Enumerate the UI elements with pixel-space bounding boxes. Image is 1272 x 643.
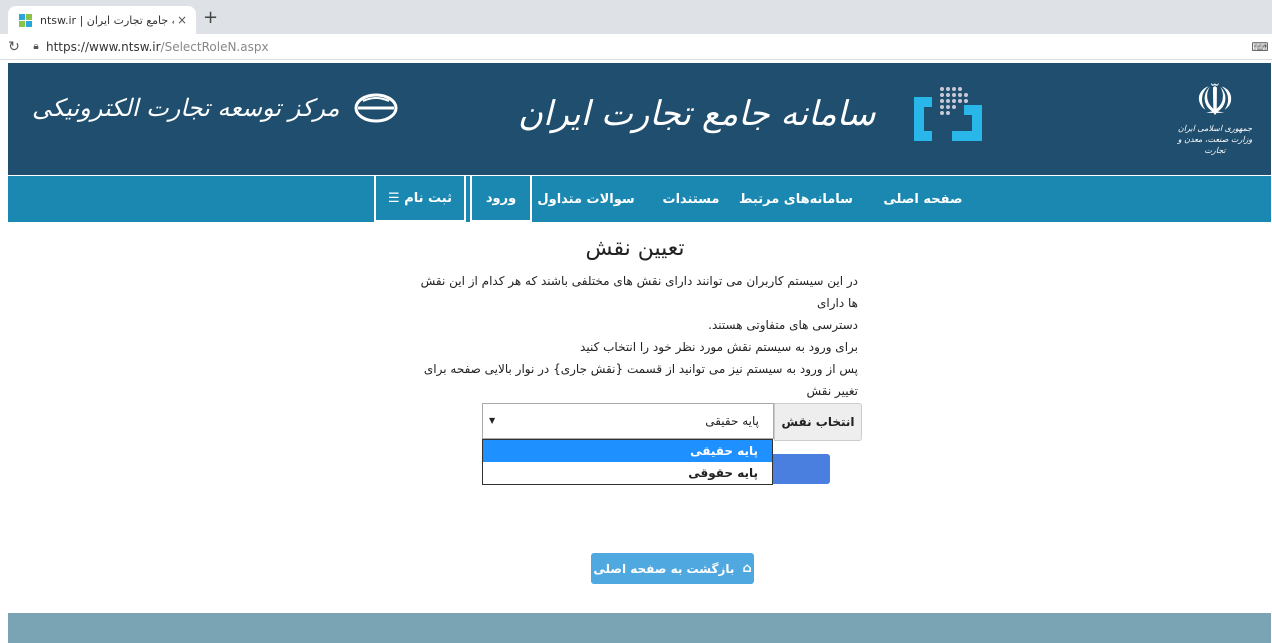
ecommerce-center-text: مرکز توسعه تجارت الکترونیکی [32, 94, 340, 122]
dropdown-arrow-icon: ▼ [489, 416, 496, 425]
role-option[interactable]: پایه حقیقی [483, 440, 772, 462]
page-title: تعیین نقش [585, 236, 685, 261]
desc-line: در این سیستم کاربران می توانند دارای نقش… [420, 274, 858, 310]
browser-tab[interactable]: ntsw.ir | سامانه جامع تجارت ایران × [8, 6, 196, 34]
back-to-home-label: بازگشت به صفحه اصلی [593, 561, 735, 576]
iran-emblem-icon: ☫ [1195, 75, 1235, 126]
nav-register[interactable]: ☰ ثبت نام [374, 176, 466, 222]
site-header: مرکز توسعه تجارت الکترونیکی سامانه جامع … [8, 63, 1271, 175]
desc-line: پس از ورود به سیستم نیز می توانید از قسم… [423, 362, 858, 398]
new-tab-icon[interactable]: + [203, 9, 218, 27]
ntsw-logo[interactable]: سامانه جامع تجارت ایران [518, 83, 984, 145]
role-select-label: انتخاب نقش [774, 403, 862, 441]
role-select-value: پایه حقیقی [705, 414, 759, 428]
globe-logo-icon [354, 93, 398, 123]
ntsw-mark-icon [913, 87, 982, 141]
url-text[interactable]: https://www.ntsw.ir/SelectRoleN.aspx [46, 40, 1248, 54]
ministry-line2: وزارت صنعت، معدن و تجارت [1177, 135, 1253, 155]
role-description: در این سیستم کاربران می توانند دارای نقش… [410, 270, 858, 424]
nav-related-systems[interactable]: سامانه‌های مرتبط [736, 176, 856, 222]
ministry-logo[interactable]: ☫ جمهوری اسلامی ایران وزارت صنعت، معدن و… [1175, 79, 1255, 156]
submit-button[interactable] [773, 454, 830, 484]
lock-icon: 🔒︎ [33, 41, 39, 52]
reload-icon[interactable]: ↻ [2, 39, 26, 55]
role-option[interactable]: پایه حقوقی [483, 462, 772, 484]
back-to-home-button[interactable]: ⌂ بازگشت به صفحه اصلی [591, 553, 754, 584]
nav-home[interactable]: صفحه اصلی [868, 176, 978, 222]
browser-tabstrip: ntsw.ir | سامانه جامع تجارت ایران × + [0, 0, 1272, 34]
tab-title: ntsw.ir | سامانه جامع تجارت ایران [40, 13, 174, 27]
favicon-icon [18, 13, 32, 27]
key-icon[interactable]: ⌨ [1248, 40, 1272, 54]
nav-login[interactable]: ورود [470, 176, 532, 222]
nav-faq[interactable]: سوالات متداول [531, 176, 641, 222]
site-title: سامانه جامع تجارت ایران [518, 94, 876, 134]
address-bar[interactable]: ↻ 🔒︎ https://www.ntsw.ir/SelectRoleN.asp… [0, 34, 1272, 60]
tab-close-icon[interactable]: × [174, 13, 190, 27]
role-select[interactable]: پایه حقیقی ▼ [482, 403, 774, 439]
nav-documents[interactable]: مستندات [648, 176, 734, 222]
url-host: https://www.ntsw.ir [46, 39, 161, 54]
url-path: /SelectRoleN.aspx [160, 39, 269, 54]
home-icon: ⌂ [742, 561, 752, 576]
main-nav: صفحه اصلی سامانه‌های مرتبط مستندات سوالا… [8, 176, 1271, 222]
role-dropdown-list: پایه حقیقی پایه حقوقی [482, 439, 773, 485]
desc-line: دسترسی های متفاوتی هستند. [708, 318, 858, 332]
site-footer [8, 613, 1271, 643]
ministry-line1: جمهوری اسلامی ایران [1177, 124, 1253, 133]
ecommerce-center-logo[interactable]: مرکز توسعه تجارت الکترونیکی [32, 93, 399, 123]
desc-line: برای ورود به سیستم نقش مورد نظر خود را ا… [580, 340, 858, 354]
